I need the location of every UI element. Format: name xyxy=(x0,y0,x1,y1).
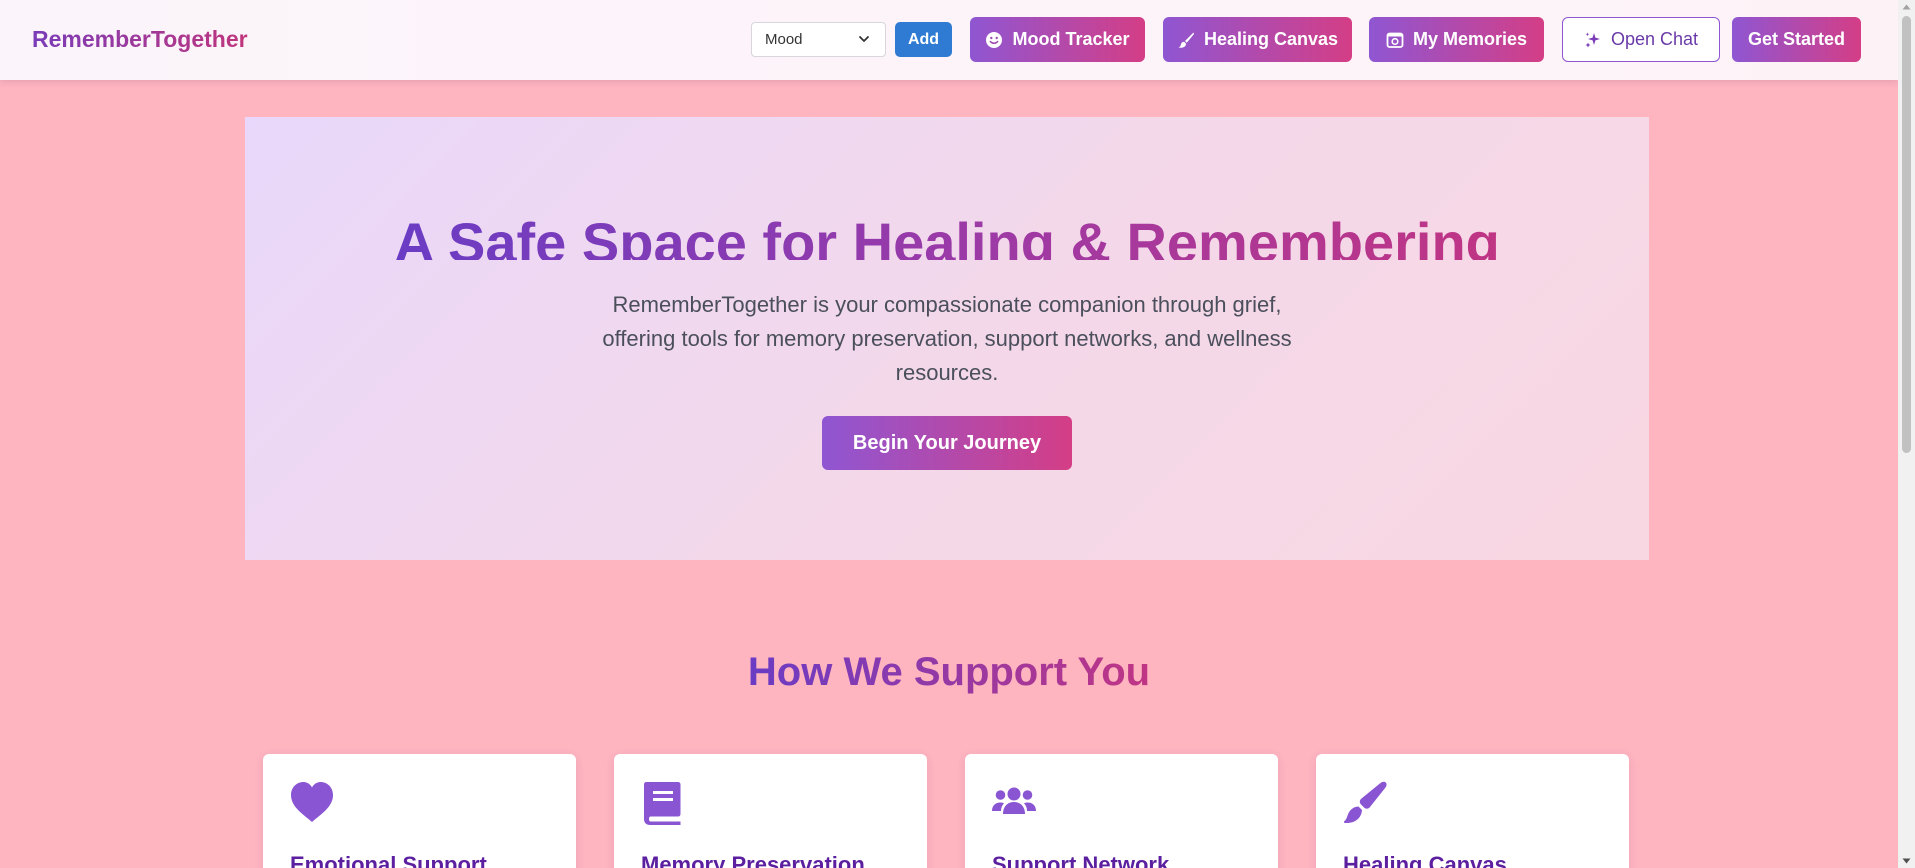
feature-card-emotional-support[interactable]: Emotional Support xyxy=(263,754,576,868)
photo-album-icon xyxy=(1386,32,1404,48)
card-title: Support Network xyxy=(992,852,1170,868)
open-chat-label: Open Chat xyxy=(1610,29,1699,49)
mood-select[interactable]: Mood xyxy=(751,22,886,57)
mood-tracker-button[interactable]: Mood Tracker xyxy=(970,17,1145,62)
add-mood-button[interactable]: Add xyxy=(895,22,952,57)
card-title: Emotional Support xyxy=(290,852,487,868)
open-chat-button[interactable]: Open Chat xyxy=(1562,17,1720,62)
smile-icon xyxy=(986,31,1003,48)
my-memories-button[interactable]: My Memories xyxy=(1369,17,1544,62)
feature-card-support-network[interactable]: Support Network xyxy=(965,754,1278,868)
hero-description: RememberTogether is your compassionate c… xyxy=(602,292,1292,385)
healing-canvas-button[interactable]: Healing Canvas xyxy=(1163,17,1352,62)
begin-journey-button[interactable]: Begin Your Journey xyxy=(822,416,1072,470)
feature-card-healing-canvas[interactable]: Healing Canvas xyxy=(1316,754,1629,868)
page-scrollbar[interactable] xyxy=(1898,0,1915,868)
my-memories-label: My Memories xyxy=(1412,29,1528,49)
users-icon xyxy=(992,787,1036,814)
hero-title: A Safe Space for Healing & Remembering xyxy=(245,202,1649,260)
sparkles-icon xyxy=(1585,32,1600,47)
scrollbar-thumb[interactable] xyxy=(1902,16,1911,453)
hero-title-text: A Safe Space for Healing & Remembering xyxy=(394,202,1500,260)
mood-tracker-label: Mood Tracker xyxy=(1012,29,1130,49)
scroll-down-icon[interactable] xyxy=(1902,858,1911,864)
chevron-down-icon xyxy=(859,36,869,42)
paintbrush-icon xyxy=(1178,32,1194,48)
feature-card-memory-preservation[interactable]: Memory Preservation xyxy=(614,754,927,868)
section-title-text: How We Support You xyxy=(747,650,1151,694)
logo[interactable]: RememberTogether xyxy=(32,26,248,53)
hero-section: A Safe Space for Healing & Remembering R… xyxy=(245,117,1649,560)
section-title: How We Support You xyxy=(0,650,1898,695)
card-title: Memory Preservation xyxy=(641,852,865,868)
get-started-label: Get Started xyxy=(1747,29,1846,49)
heart-icon xyxy=(291,782,333,822)
healing-canvas-label: Healing Canvas xyxy=(1203,29,1339,49)
book-icon xyxy=(644,782,681,825)
mood-select-value: Mood xyxy=(765,31,803,48)
card-title: Healing Canvas xyxy=(1343,852,1507,868)
paintbrush-icon xyxy=(1343,781,1387,824)
scroll-up-icon[interactable] xyxy=(1902,4,1911,10)
top-navigation-bar: RememberTogether Mood Add Mood Tracker H… xyxy=(0,0,1898,80)
get-started-button[interactable]: Get Started xyxy=(1732,17,1861,62)
